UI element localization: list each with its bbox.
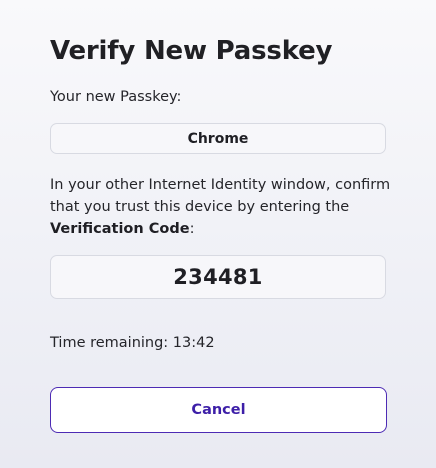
verify-passkey-card: Verify New Passkey Your new Passkey: Chr… [0,0,436,468]
passkey-label: Your new Passkey: [50,89,182,105]
cancel-button[interactable]: Cancel [50,387,387,433]
page-title: Verify New Passkey [50,36,333,66]
time-remaining: Time remaining: 13:42 [50,335,215,351]
instructions-text: In your other Internet Identity window, … [50,174,395,240]
verification-code-value: 234481 [173,265,263,289]
verification-code-emphasis: Verification Code [50,221,190,237]
cancel-button-label: Cancel [191,402,246,418]
instructions-body: In your other Internet Identity window, … [50,177,391,215]
passkey-name-value: Chrome [187,130,249,147]
verification-code-field: 234481 [50,255,386,299]
instructions-suffix: : [189,221,195,237]
passkey-name-field: Chrome [50,123,386,154]
